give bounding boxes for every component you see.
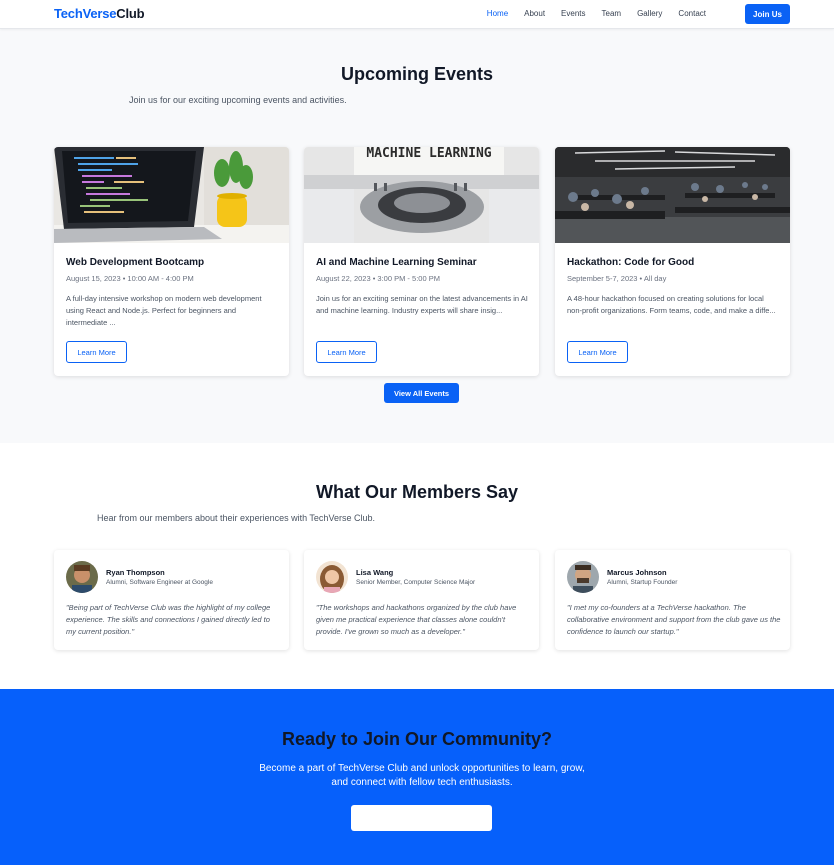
typewriter-photo-icon: MACHINE LEARNING [304,147,539,243]
navbar: TechVerseClub Home About Events Team Gal… [0,0,834,29]
hackathon-room-photo-icon [555,147,790,243]
laptop-code-photo-icon [54,147,289,243]
avatar [316,561,348,593]
testimonial-quote: "The workshops and hackathons organized … [316,603,517,636]
event-meta: September 5-7, 2023 • All day [567,274,667,283]
brand-logo[interactable]: TechVerseClub [54,6,145,21]
event-description: A full-day intensive workshop on modern … [66,294,262,327]
event-description: A 48-hour hackathon focused on creating … [567,294,776,315]
testimonial-card: Lisa Wang Senior Member, Computer Scienc… [304,550,539,650]
nav-link-gallery[interactable]: Gallery [637,9,662,18]
image-caption-text: MACHINE LEARNING [366,147,491,161]
testimonials-title: What Our Members Say [315,482,519,502]
learn-more-button[interactable]: Learn More [66,341,127,363]
nav-link-about[interactable]: About [524,9,545,18]
testimonial-quote: "I met my co-founders at a TechVerse hac… [567,603,781,636]
event-card: Web Development Bootcamp August 15, 2023… [54,147,289,376]
event-title: Hackathon: Code for Good [567,257,695,268]
events-title: Upcoming Events [340,64,494,84]
event-meta: August 22, 2023 • 3:00 PM - 5:00 PM [316,274,440,283]
view-all-events-button[interactable]: View All Events [384,383,459,403]
testimonials-subtitle: Hear from our members about their experi… [97,513,375,523]
nav-link-home[interactable]: Home [487,9,508,18]
cta-section: Ready to Join Our Community? Become a pa… [0,689,834,865]
events-section: Upcoming Events Join us for our exciting… [0,29,834,443]
avatar [567,561,599,593]
cta-title: Ready to Join Our Community? [281,729,553,749]
event-description: Join us for an exciting seminar on the l… [316,294,528,315]
member-role: Alumni, Startup Founder [607,579,678,586]
member-role: Senior Member, Computer Science Major [356,579,476,586]
testimonial-quote: "Being part of TechVerse Club was the hi… [66,603,271,636]
member-name: Ryan Thompson [106,568,165,577]
brand-text-club: Club [116,6,145,21]
event-card: MACHINE LEARNING AI and Machine Learning… [304,147,539,376]
event-meta: August 15, 2023 • 10:00 AM - 4:00 PM [66,274,194,283]
testimonial-card: Ryan Thompson Alumni, Software Engineer … [54,550,289,650]
nav-link-team[interactable]: Team [602,9,622,18]
member-name: Marcus Johnson [607,568,667,577]
learn-more-button[interactable]: Learn More [316,341,377,363]
learn-more-button[interactable]: Learn More [567,341,628,363]
event-title: AI and Machine Learning Seminar [316,257,477,268]
event-title: Web Development Bootcamp [66,257,205,268]
member-name: Lisa Wang [356,568,394,577]
brand-text-tech: TechVerse [54,6,117,21]
cta-join-button[interactable] [351,805,492,831]
member-role: Alumni, Software Engineer at Google [106,579,213,586]
nav-link-contact[interactable]: Contact [678,9,706,18]
testimonial-card: Marcus Johnson Alumni, Startup Founder "… [555,550,790,650]
avatar [66,561,98,593]
join-us-button[interactable]: Join Us [745,4,790,24]
cta-text: Become a part of TechVerse Club and unlo… [259,763,585,788]
events-subtitle: Join us for our exciting upcoming events… [129,95,347,105]
event-card: Hackathon: Code for Good September 5-7, … [555,147,790,376]
nav-links: Home About Events Team Gallery Contact [471,9,706,18]
nav-link-events[interactable]: Events [561,9,585,18]
